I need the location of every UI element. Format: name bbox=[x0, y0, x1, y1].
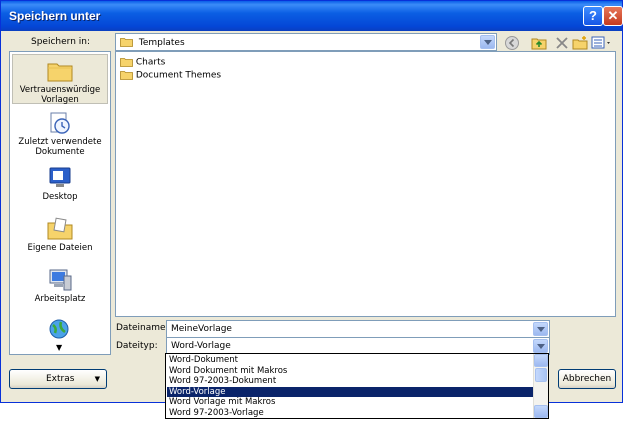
file-name: Document Themes bbox=[135, 70, 222, 81]
place-label: Zuletzt verwendete Dokumente bbox=[18, 137, 102, 157]
views-icon[interactable] bbox=[591, 35, 613, 51]
places-scroll-down-icon[interactable]: ▼ bbox=[56, 343, 62, 352]
place-trusted-templates[interactable]: Vertrauenswürdige Vorlagen bbox=[12, 54, 108, 105]
dialog-title: Speichern unter bbox=[9, 9, 101, 23]
place-desktop[interactable]: Desktop bbox=[12, 162, 108, 212]
extras-label: Extras bbox=[46, 374, 75, 384]
filetype-option[interactable]: Word Dokument mit Makros bbox=[167, 366, 533, 377]
filetype-option-selected[interactable]: Word-Vorlage bbox=[167, 386, 533, 397]
title-bar[interactable]: Speichern unter ? ✕ bbox=[1, 1, 623, 31]
list-item[interactable]: Charts bbox=[120, 57, 165, 69]
file-name: Charts bbox=[135, 57, 166, 68]
place-label: Desktop bbox=[42, 192, 78, 202]
save-as-dialog: Speichern unter ? ✕ Speichern in: Templa… bbox=[0, 0, 623, 403]
filename-dropdown-button[interactable] bbox=[533, 322, 548, 336]
delete-icon[interactable] bbox=[554, 35, 570, 51]
save-in-label: Speichern in: bbox=[31, 37, 90, 47]
place-label: Vertrauenswürdige Vorlagen bbox=[19, 85, 101, 105]
filetype-dropdown-list[interactable]: Word-Dokument Word Dokument mit Makros W… bbox=[165, 353, 549, 419]
place-my-computer[interactable]: Arbeitsplatz bbox=[12, 264, 108, 314]
back-icon[interactable] bbox=[504, 35, 520, 51]
network-icon bbox=[49, 319, 69, 339]
filename-label: Dateiname: bbox=[116, 323, 169, 333]
save-in-value: Templates bbox=[120, 37, 185, 48]
dropdown-scrollbar[interactable] bbox=[533, 354, 548, 418]
recent-documents-icon bbox=[50, 112, 70, 134]
places-bar: Vertrauenswürdige Vorlagen Zuletzt verwe… bbox=[9, 51, 111, 355]
my-computer-icon bbox=[49, 269, 72, 291]
filetype-label: Dateityp: bbox=[116, 341, 158, 351]
list-item[interactable]: Document Themes bbox=[120, 70, 221, 82]
filename-field[interactable]: MeineVorlage bbox=[166, 320, 550, 338]
scroll-down-button[interactable] bbox=[534, 405, 548, 418]
scroll-up-button[interactable] bbox=[534, 354, 548, 367]
my-documents-icon bbox=[47, 217, 73, 240]
filetype-value: Word-Vorlage bbox=[171, 341, 231, 351]
folder-icon bbox=[120, 58, 133, 67]
folder-icon bbox=[120, 38, 133, 47]
save-in-text: Templates bbox=[138, 37, 185, 48]
place-label: Arbeitsplatz bbox=[34, 294, 86, 304]
up-folder-icon[interactable] bbox=[531, 35, 547, 51]
filetype-option[interactable]: Word Vorlage mit Makros bbox=[167, 397, 533, 408]
folder-icon bbox=[120, 71, 133, 80]
cancel-button[interactable]: Abbrechen bbox=[558, 369, 616, 389]
filetype-option[interactable]: Word 97-2003-Dokument bbox=[167, 376, 533, 387]
folder-icon bbox=[47, 63, 73, 82]
file-list[interactable]: Charts Document Themes bbox=[115, 51, 616, 317]
desktop-icon bbox=[49, 167, 71, 187]
filetype-option[interactable]: Word 97-2003-Vorlage bbox=[167, 408, 533, 419]
place-label: Eigene Dateien bbox=[27, 243, 93, 253]
place-my-documents[interactable]: Eigene Dateien bbox=[12, 213, 108, 263]
place-recent-documents[interactable]: Zuletzt verwendete Dokumente bbox=[12, 107, 108, 157]
save-in-combo[interactable]: Templates bbox=[115, 33, 497, 51]
chevron-down-icon: ▼ bbox=[94, 375, 100, 383]
filetype-option[interactable]: Word-Dokument bbox=[167, 355, 533, 366]
scroll-thumb[interactable] bbox=[535, 368, 547, 382]
help-button[interactable]: ? bbox=[583, 6, 603, 26]
new-folder-icon[interactable] bbox=[572, 35, 588, 51]
save-in-dropdown-button[interactable] bbox=[480, 35, 495, 49]
filename-value[interactable]: MeineVorlage bbox=[171, 324, 232, 334]
filetype-dropdown-button[interactable] bbox=[533, 339, 548, 353]
extras-button[interactable]: Extras ▼ bbox=[9, 369, 107, 389]
close-button[interactable]: ✕ bbox=[603, 6, 623, 26]
